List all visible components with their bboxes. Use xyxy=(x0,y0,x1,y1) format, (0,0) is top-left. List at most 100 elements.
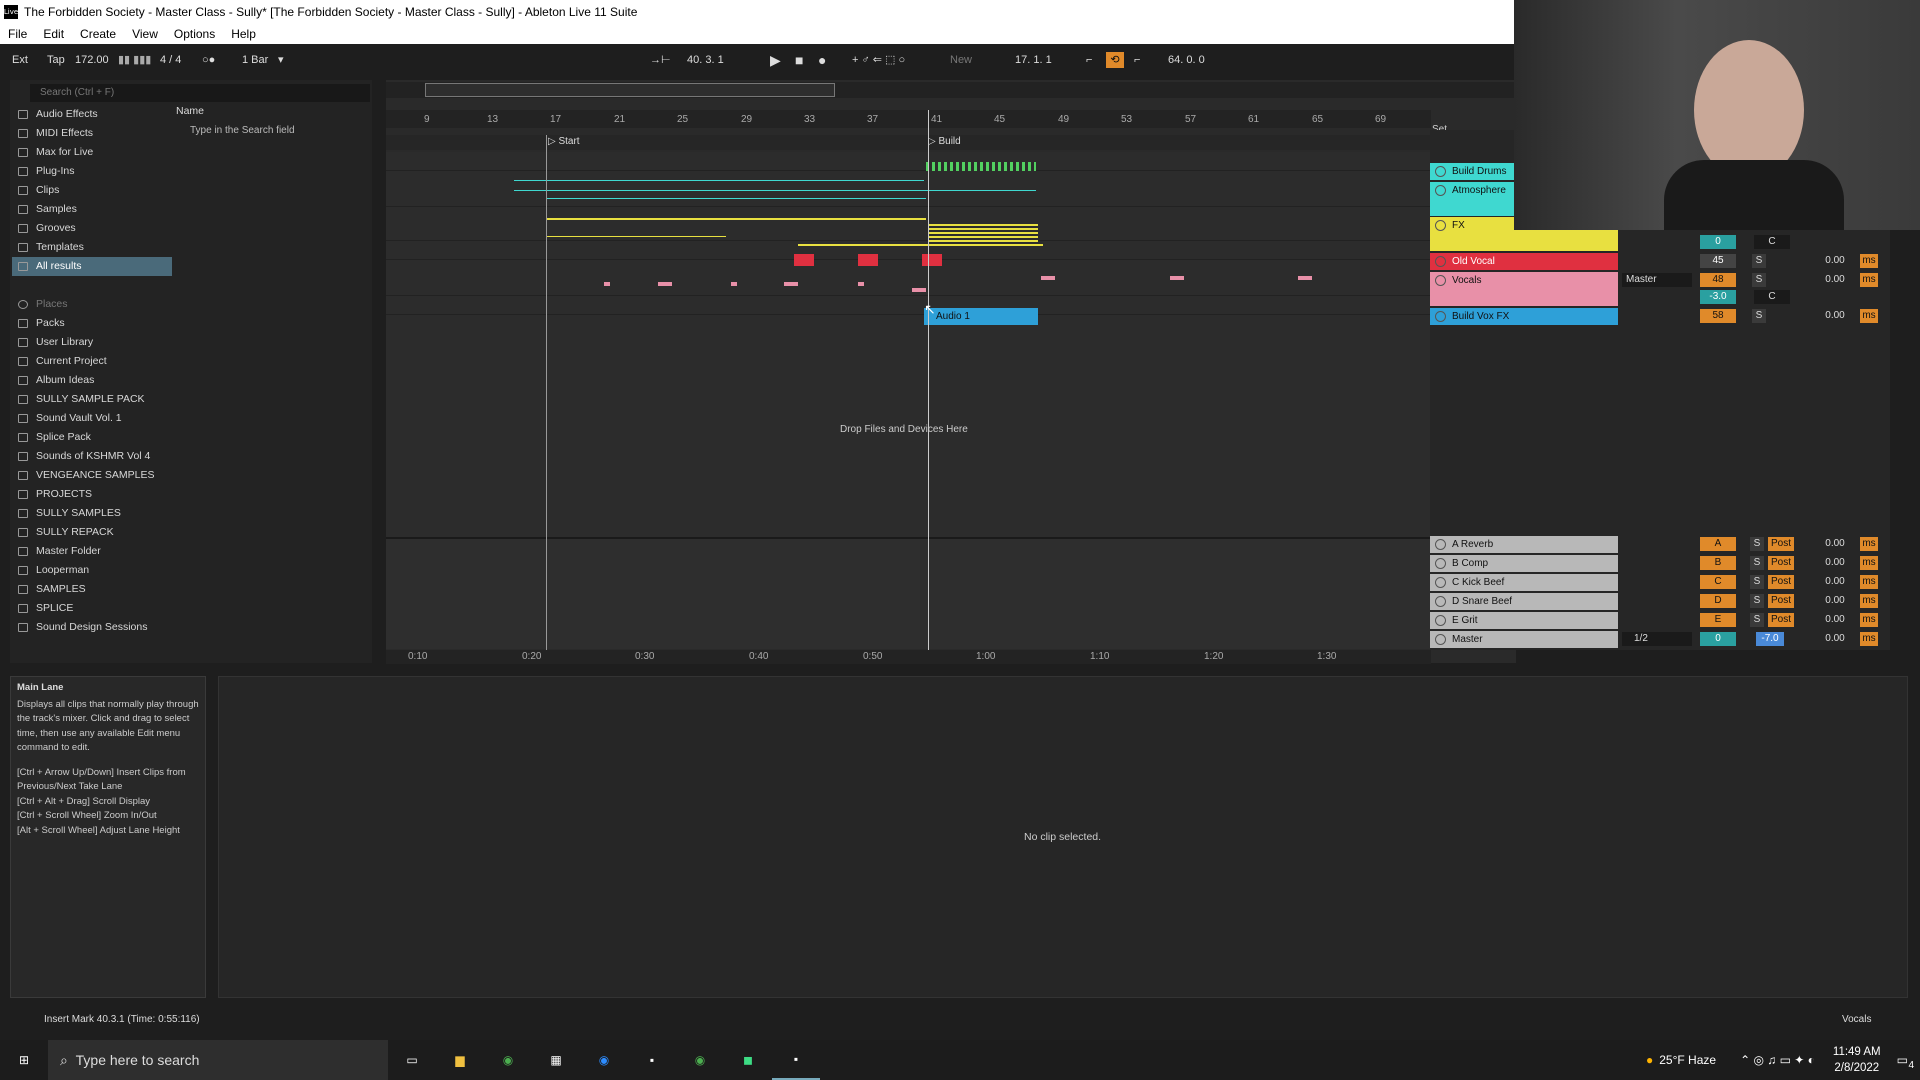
beat-ruler[interactable]: 9 13 17 21 25 29 33 37 41 45 49 53 57 61… xyxy=(386,110,1431,128)
category-clips[interactable]: Clips xyxy=(12,181,172,200)
master-output-select[interactable]: 1/2 xyxy=(1622,632,1692,646)
category-samples[interactable]: Samples xyxy=(12,200,172,219)
delay-unit[interactable]: ms xyxy=(1860,594,1878,608)
track-header-old-vocal[interactable]: Old Vocal xyxy=(1430,253,1618,270)
record-button[interactable]: ● xyxy=(818,52,826,68)
loop-length-field[interactable]: 64. 0. 0 xyxy=(1168,52,1205,68)
place-user-library[interactable]: User Library xyxy=(12,333,172,352)
new-clip-button[interactable]: New xyxy=(950,52,972,68)
fold-icon[interactable] xyxy=(1435,634,1446,645)
return-header-a-reverb[interactable]: A Reverb xyxy=(1430,536,1618,553)
place-packs[interactable]: Packs xyxy=(12,314,172,333)
audio-clip-vocals[interactable] xyxy=(1170,276,1184,280)
place-folder[interactable]: Looperman xyxy=(12,561,172,580)
tray-icons[interactable]: ⌃ ◎ ♫ ▭ ✦ ◐ xyxy=(1740,1053,1815,1067)
post-a[interactable]: Post xyxy=(1768,537,1794,551)
midi-clip-build-drums[interactable] xyxy=(926,162,1036,171)
fold-icon[interactable] xyxy=(1435,166,1446,177)
return-header-d-snare-beef[interactable]: D Snare Beef xyxy=(1430,593,1618,610)
return-header-c-kick-beef[interactable]: C Kick Beef xyxy=(1430,574,1618,591)
post-d[interactable]: Post xyxy=(1768,594,1794,608)
tap-tempo-button[interactable]: Tap xyxy=(47,52,65,68)
place-folder[interactable]: SULLY SAMPLE PACK xyxy=(12,390,172,409)
place-folder[interactable]: SULLY REPACK xyxy=(12,523,172,542)
zoom-icon[interactable]: ◉ xyxy=(580,1040,628,1080)
photos-icon[interactable]: ▦ xyxy=(532,1040,580,1080)
volume-old-vocal[interactable]: 45 xyxy=(1700,254,1736,268)
send-a[interactable]: A xyxy=(1700,537,1736,551)
fold-icon[interactable] xyxy=(1435,311,1446,322)
place-folder[interactable]: Sounds of KSHMR Vol 4 xyxy=(12,447,172,466)
return-header-b-comp[interactable]: B Comp xyxy=(1430,555,1618,572)
post-b[interactable]: Post xyxy=(1768,556,1794,570)
audio-clip-old-vocal[interactable] xyxy=(922,254,942,266)
detail-view[interactable]: No clip selected. xyxy=(218,676,1908,998)
solo-b[interactable]: S xyxy=(1750,556,1764,570)
notification-icon[interactable]: ▭ 4 xyxy=(1897,1053,1914,1071)
category-midi-effects[interactable]: MIDI Effects xyxy=(12,124,172,143)
solo-d[interactable]: S xyxy=(1750,594,1764,608)
ableton-live-icon[interactable]: ▪ xyxy=(628,1040,676,1080)
task-view-icon[interactable]: ▭ xyxy=(388,1040,436,1080)
midi-clip-fx[interactable] xyxy=(546,236,726,237)
volume-fx[interactable]: 0 xyxy=(1700,235,1736,249)
fold-icon[interactable] xyxy=(1435,596,1446,607)
menu-file[interactable]: File xyxy=(0,27,35,41)
place-folder[interactable]: Sound Vault Vol. 1 xyxy=(12,409,172,428)
fold-icon[interactable] xyxy=(1435,558,1446,569)
delay-c[interactable]: 0.00 xyxy=(1820,575,1850,589)
fold-icon[interactable] xyxy=(1435,577,1446,588)
delay-unit[interactable]: ms xyxy=(1860,273,1878,287)
post-e[interactable]: Post xyxy=(1768,613,1794,627)
delay-unit[interactable]: ms xyxy=(1860,309,1878,323)
menu-edit[interactable]: Edit xyxy=(35,27,72,41)
menu-create[interactable]: Create xyxy=(72,27,124,41)
master-volume-db[interactable]: -7.0 xyxy=(1756,632,1784,646)
audio-clip-vocals[interactable] xyxy=(858,282,864,286)
track-lanes[interactable]: Audio 1 Drop Files and Devices Here xyxy=(386,152,1431,537)
browser-search-input[interactable]: Search (Ctrl + F) xyxy=(30,84,370,102)
delay-d[interactable]: 0.00 xyxy=(1820,594,1850,608)
lane-build-drums[interactable] xyxy=(386,152,1431,171)
chrome-icon[interactable]: ◉ xyxy=(676,1040,724,1080)
audio-clip-old-vocal[interactable] xyxy=(794,254,814,266)
track-header-atmosphere[interactable]: Atmosphere xyxy=(1430,182,1515,216)
audio-clip[interactable]: Audio 1 xyxy=(924,308,1038,325)
solo-a[interactable]: S xyxy=(1750,537,1764,551)
send-b[interactable]: B xyxy=(1700,556,1736,570)
overdub-icon[interactable]: + ♂ ⇐ ⬚ ○ xyxy=(852,52,905,68)
menu-help[interactable]: Help xyxy=(223,27,264,41)
fold-icon[interactable] xyxy=(1435,185,1446,196)
fold-icon[interactable] xyxy=(1435,256,1446,267)
lane-vocals[interactable] xyxy=(386,260,1431,296)
audio-clip-vocals[interactable] xyxy=(1041,276,1055,280)
master-delay[interactable]: 0.00 xyxy=(1820,632,1850,646)
locator-lane[interactable]: ▷ Start ▷ Build xyxy=(386,135,1431,150)
discord-icon[interactable]: ◼ xyxy=(724,1040,772,1080)
audio-clip-vocals[interactable] xyxy=(731,282,737,286)
audio-clip-old-vocal[interactable] xyxy=(858,254,878,266)
windows-start-icon[interactable]: ⊞ xyxy=(0,1040,48,1080)
delay-unit[interactable]: ms xyxy=(1860,613,1878,627)
file-explorer-icon[interactable]: ▆ xyxy=(436,1040,484,1080)
browser-name-header[interactable]: Name xyxy=(176,105,204,117)
lane-build-vox-fx[interactable] xyxy=(386,296,1431,315)
send-d[interactable]: D xyxy=(1700,594,1736,608)
midi-clip-fx-build[interactable] xyxy=(928,224,1038,244)
send-e[interactable]: E xyxy=(1700,613,1736,627)
delay-b[interactable]: 0.00 xyxy=(1820,556,1850,570)
volume-db-vocals[interactable]: -3.0 xyxy=(1700,290,1736,304)
place-folder[interactable]: Master Folder xyxy=(12,542,172,561)
return-header-e-grit[interactable]: E Grit xyxy=(1430,612,1618,629)
locator-start[interactable]: ▷ Start xyxy=(548,136,580,147)
weather-text[interactable]: 25°F Haze xyxy=(1659,1053,1716,1067)
delay-unit[interactable]: ms xyxy=(1860,632,1878,646)
fold-icon[interactable] xyxy=(1435,539,1446,550)
loop-start-field[interactable]: 17. 1. 1 xyxy=(1015,52,1052,68)
taskbar-search[interactable]: ⌕ Type here to search xyxy=(48,1040,388,1080)
menu-view[interactable]: View xyxy=(124,27,166,41)
clock[interactable]: 11:49 AM 2/8/2022 xyxy=(1833,1044,1881,1076)
solo-c[interactable]: S xyxy=(1750,575,1764,589)
locator-build[interactable]: ▷ Build xyxy=(928,136,961,147)
pan-fx[interactable]: C xyxy=(1754,235,1790,249)
